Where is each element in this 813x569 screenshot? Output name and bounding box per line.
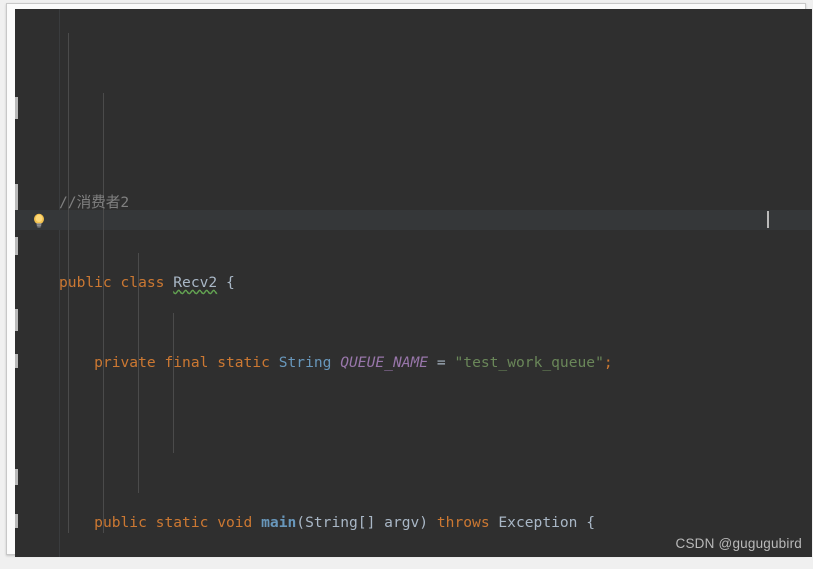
keyword-static: static: [217, 354, 270, 371]
keyword-class: class: [120, 274, 165, 291]
keyword-public: public: [59, 274, 112, 291]
edge-change-marker: [15, 184, 18, 210]
keyword-private: private: [94, 354, 156, 371]
string-literal: "test_work_queue": [454, 354, 604, 371]
code-line: //消费者2: [59, 193, 812, 213]
lightbulb-icon[interactable]: [32, 213, 46, 228]
line-comment: //消费者2: [59, 194, 130, 211]
assign-operator: =: [436, 354, 446, 371]
code-line: private final static String QUEUE_NAME =…: [59, 353, 812, 373]
text-caret: [767, 211, 769, 228]
code-line: public static void main(String[] argv) t…: [59, 513, 812, 533]
source-code: //消费者2 public class Recv2 { private fina…: [59, 9, 812, 557]
edge-change-marker: [15, 237, 18, 255]
keyword-throws: throws: [436, 514, 490, 531]
window-frame: //消费者2 public class Recv2 { private fina…: [6, 3, 812, 557]
editor-gutter[interactable]: [15, 9, 59, 557]
class-name-recv2: Recv2: [173, 274, 218, 291]
keyword-final: final: [164, 354, 209, 371]
edge-change-marker: [15, 514, 18, 528]
semicolon: ;: [603, 354, 613, 371]
code-line: public class Recv2 {: [59, 273, 812, 293]
field-queue-name: QUEUE_NAME: [340, 354, 429, 371]
keyword-public: public: [94, 514, 147, 531]
method-main: main: [261, 514, 297, 531]
screenshot-root: //消费者2 public class Recv2 { private fina…: [0, 0, 813, 569]
indent-guide: [103, 93, 104, 533]
keyword-void: void: [217, 514, 253, 531]
edge-change-marker: [15, 97, 18, 119]
open-brace: {: [225, 274, 235, 291]
code-editor[interactable]: //消费者2 public class Recv2 { private fina…: [15, 9, 812, 557]
watermark-text: CSDN @gugugubird: [675, 536, 802, 551]
type-string: String: [278, 354, 332, 371]
indent-guide: [173, 313, 174, 453]
main-params: (String[] argv): [296, 514, 437, 531]
edge-change-marker: [15, 309, 18, 331]
exception-type: Exception {: [489, 514, 596, 531]
keyword-static: static: [155, 514, 209, 531]
edge-change-marker: [15, 469, 18, 485]
edge-change-marker: [15, 354, 18, 368]
code-text-area[interactable]: //消费者2 public class Recv2 { private fina…: [59, 9, 812, 557]
